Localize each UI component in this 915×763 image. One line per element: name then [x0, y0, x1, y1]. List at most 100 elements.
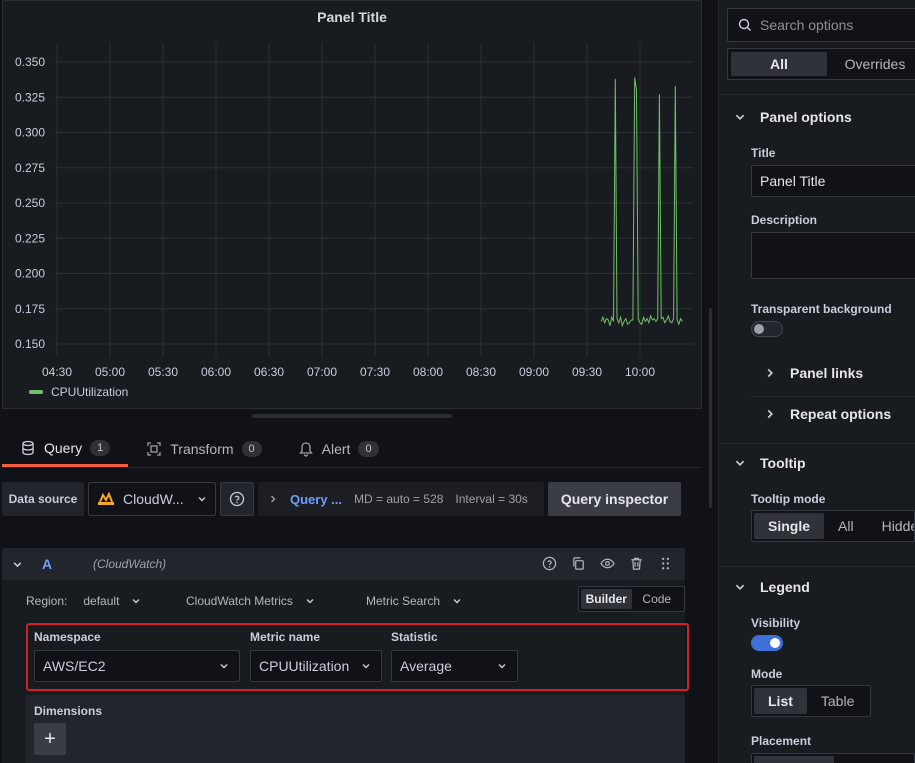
repeat-options-label: Repeat options: [790, 406, 892, 422]
tab-alert-label: Alert: [321, 441, 351, 457]
x-tick-label: 05:30: [148, 365, 178, 379]
y-tick-label: 0.300: [15, 126, 45, 140]
code-mode-button[interactable]: Code: [632, 589, 683, 609]
query-inspector-button[interactable]: Query inspector: [548, 482, 681, 516]
legend-mode-list[interactable]: List: [754, 688, 807, 714]
legend-label: CPUUtilization: [51, 385, 129, 399]
tab-overrides[interactable]: Overrides: [827, 52, 915, 76]
legend-placement-option[interactable]: [754, 756, 834, 763]
panel-options-header[interactable]: Panel options: [734, 109, 852, 125]
panel-links-label: Panel links: [790, 365, 864, 381]
datasource-picker[interactable]: CloudW...: [88, 482, 216, 516]
x-tick-label: 04:30: [42, 365, 72, 379]
service-value: CloudWatch Metrics: [186, 594, 293, 608]
y-tick-label: 0.175: [15, 302, 45, 316]
section-divider: [719, 443, 915, 444]
chevron-down-icon: [220, 664, 228, 669]
tooltip-mode-label: Tooltip mode: [751, 492, 826, 506]
search-options-input[interactable]: Search options: [727, 8, 915, 42]
chevron-down-icon: [362, 664, 370, 669]
tab-transform-count: 0: [241, 441, 262, 457]
statistic-label: Statistic: [391, 630, 438, 644]
interval-info: Interval = 30s: [455, 492, 528, 506]
tab-all[interactable]: All: [731, 52, 827, 76]
title-input[interactable]: Panel Title: [751, 165, 915, 197]
tooltip-mode-all[interactable]: All: [824, 513, 868, 539]
trash-icon[interactable]: [629, 556, 644, 571]
title-value: Panel Title: [760, 173, 826, 189]
x-tick-label: 05:00: [95, 365, 125, 379]
tooltip-label: Tooltip: [760, 455, 806, 471]
x-tick-label: 07:00: [307, 365, 337, 379]
tab-transform[interactable]: Transform 0: [128, 432, 279, 466]
visibility-toggle[interactable]: [751, 635, 783, 651]
panel-links-header[interactable]: Panel links: [764, 365, 863, 381]
statistic-select[interactable]: Average: [391, 650, 518, 682]
transparent-label: Transparent background: [751, 302, 892, 316]
datasource-help-button[interactable]: [220, 482, 254, 516]
metric-name-select[interactable]: CPUUtilization: [250, 650, 382, 682]
transform-icon: [147, 442, 161, 456]
repeat-options-header[interactable]: Repeat options: [764, 406, 891, 422]
service-select[interactable]: CloudWatch Metrics: [186, 594, 315, 608]
metric-name-label: Metric name: [250, 630, 321, 644]
tooltip-mode-single[interactable]: Single: [754, 513, 825, 539]
chevron-down-icon: [453, 599, 461, 604]
x-tick-label: 06:00: [201, 365, 231, 379]
x-tick-label: 09:00: [519, 365, 549, 379]
statistic-value: Average: [400, 658, 452, 674]
tab-query-count: 1: [90, 440, 111, 456]
x-tick-label: 10:00: [625, 365, 655, 379]
chevron-right-icon: [767, 409, 773, 419]
transparent-toggle[interactable]: [751, 321, 783, 337]
legend-mode-table[interactable]: Table: [807, 688, 868, 714]
duplicate-icon[interactable]: [571, 556, 586, 571]
help-icon[interactable]: [542, 556, 557, 571]
query-ref-id[interactable]: A: [42, 556, 52, 572]
query-options-toggle[interactable]: Query ... MD = auto = 528 Interval = 30s: [258, 482, 544, 516]
scrollbar[interactable]: [709, 308, 712, 508]
query-datasource-name: (CloudWatch): [93, 557, 167, 571]
cloudwatch-logo-icon: [98, 492, 114, 505]
legend-mode-group: List Table: [751, 685, 872, 717]
tab-alert[interactable]: Alert 0: [280, 432, 397, 466]
chevron-down-icon: [498, 664, 506, 669]
datasource-label: Data source: [2, 482, 84, 516]
metric-name-value: CPUUtilization: [259, 658, 350, 674]
eye-icon[interactable]: [600, 556, 615, 571]
x-tick-label: 06:30: [254, 365, 284, 379]
tooltip-header[interactable]: Tooltip: [734, 455, 806, 471]
namespace-select[interactable]: AWS/EC2: [34, 650, 240, 682]
x-tick-label: 07:30: [360, 365, 390, 379]
query-mode-select[interactable]: Metric Search: [366, 594, 462, 608]
collapse-chevron-icon[interactable]: [12, 559, 23, 570]
dimensions-label: Dimensions: [34, 704, 103, 718]
legend-swatch: [29, 390, 43, 394]
region-select[interactable]: Region: default: [26, 594, 141, 608]
chart-canvas: 0.350 0.325 0.300 0.275 0.250 0.225 0.200 0.175…: [15, 43, 693, 379]
pane-resize-handle[interactable]: [252, 414, 452, 418]
legend-item[interactable]: CPUUtilization: [29, 385, 128, 399]
series-line-cpuutilization: [600, 77, 683, 328]
max-data-points: MD = auto = 528: [354, 492, 444, 506]
tab-query[interactable]: Query 1: [2, 432, 129, 467]
tooltip-mode-hidden[interactable]: Hidden: [868, 513, 914, 539]
y-tick-label: 0.225: [15, 231, 45, 245]
builder-mode-button[interactable]: Builder: [581, 589, 632, 609]
region-value: default: [83, 594, 120, 608]
legend-header[interactable]: Legend: [734, 579, 810, 595]
chevron-down-icon: [735, 584, 745, 590]
dimensions-section: [26, 695, 685, 763]
add-dimension-button[interactable]: +: [34, 723, 66, 755]
drag-handle-icon[interactable]: [658, 556, 673, 571]
bell-icon: [298, 442, 313, 457]
description-textarea[interactable]: [751, 232, 915, 279]
query-options-label: Query ...: [290, 491, 343, 507]
chevron-down-icon: [198, 497, 206, 502]
legend-placement-group: [751, 753, 915, 763]
section-divider: [719, 94, 915, 95]
toggle-knob: [770, 638, 780, 648]
tabs-divider: [2, 467, 702, 468]
chevron-down-icon: [735, 460, 745, 466]
question-circle-icon: [229, 491, 245, 507]
